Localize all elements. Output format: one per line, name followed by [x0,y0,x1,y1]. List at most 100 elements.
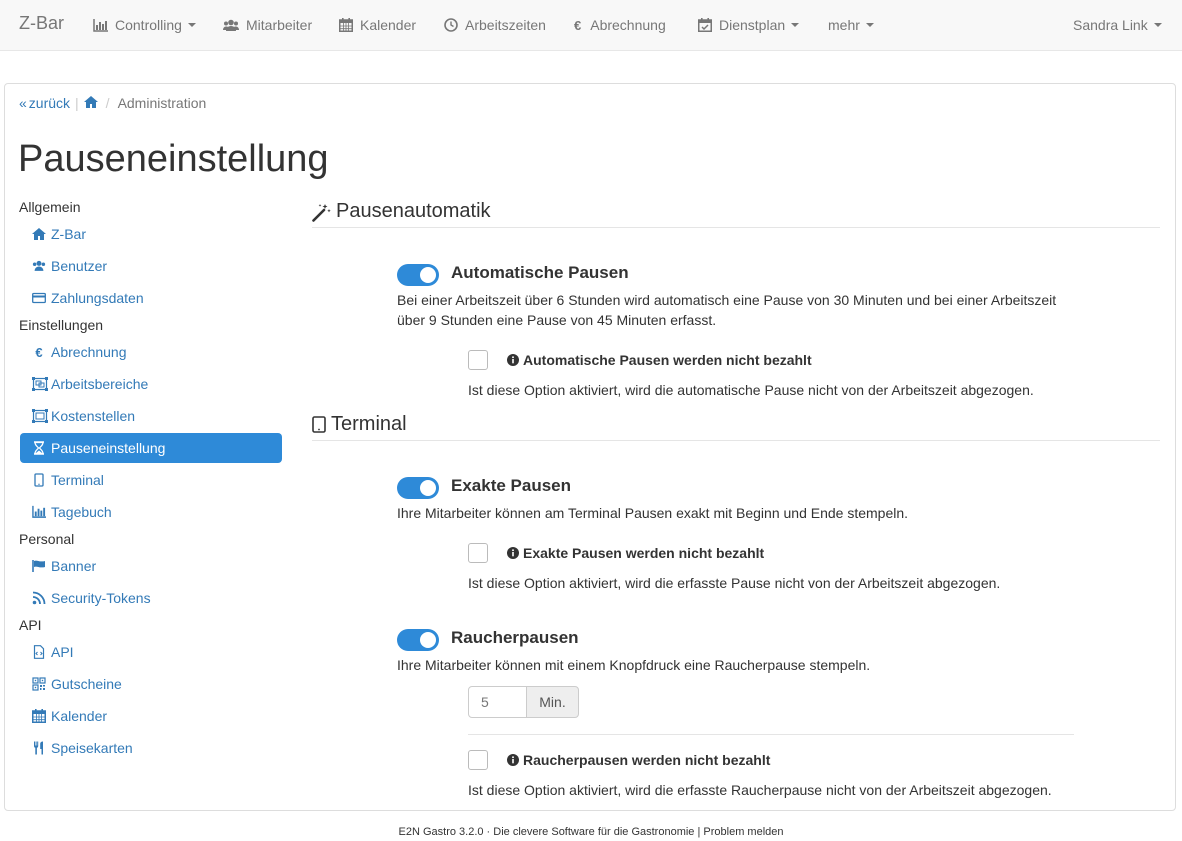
breadcrumb-home[interactable] [83,95,98,111]
sidebar-item-zahlungsdaten[interactable]: Zahlungsdaten [20,283,282,313]
breadcrumb-current: Administration [117,95,207,111]
minutes-unit-addon: Min. [526,686,579,718]
sidebar-item-arbeitsbereiche[interactable]: Arbeitsbereiche [20,369,282,399]
nav-mitarbeiter[interactable]: Mitarbeiter [223,17,312,33]
sidebar-item-label: Security-Tokens [51,590,151,606]
object-group-icon [32,377,48,391]
qrcode-icon [32,677,46,691]
nav-label: Mitarbeiter [246,17,313,33]
option-title-raucherpausen: Raucherpausen [451,628,579,647]
sidebar-item-pauseneinstellung[interactable]: Pauseneinstellung [20,433,282,463]
checkbox-label-automatische-pausen: Automatische Pausen werden nicht bezahlt [507,352,812,368]
euro-icon: € [574,17,582,33]
nav-label: Abrechnung [590,17,666,33]
info-circle-icon [507,754,519,766]
problem-melden-link[interactable]: Problem melden [703,826,783,838]
home-icon [83,96,98,108]
checkbox-desc-raucherpausen: Ist diese Option aktiviert, wird die erf… [468,782,1052,798]
page-title: Pauseneinstellung [18,138,329,180]
sidebar-item-banner[interactable]: Banner [20,551,282,581]
nav-label: mehr [828,17,860,33]
sidebar-item-tagebuch[interactable]: Tagebuch [20,497,282,527]
nav-controlling[interactable]: Controlling [93,17,196,33]
brand-link[interactable]: Z-Bar [19,13,64,34]
sidebar-item-label: Banner [51,558,97,574]
sidebar-item-security-tokens[interactable]: Security-Tokens [20,583,282,613]
caret-down-icon [1153,23,1162,27]
caret-down-icon [791,23,800,27]
nav-kalender[interactable]: Kalender [339,17,416,33]
footer-text: E2N Gastro 3.2.0 · Die clevere Software … [398,826,704,838]
sidebar-item-kalender[interactable]: Kalender [20,701,282,731]
sidebar-item-label: Pauseneinstellung [51,440,166,456]
object-ungroup-icon [32,409,48,423]
sidebar-item-label: Abrechnung [51,344,127,360]
nav-label: Kalender [360,17,417,33]
sidebar-item-zbar[interactable]: Z-Bar [20,219,282,249]
double-angle-left-icon: « [19,95,27,111]
calendar-icon [339,18,353,32]
flag-icon [32,560,45,572]
file-code-icon [33,645,45,659]
nav-label: Dienstplan [719,17,786,33]
sidebar-item-label: Tagebuch [51,504,112,520]
sidebar-heading-allgemein: Allgemein [19,199,81,215]
section-title: Terminal [331,413,407,435]
sidebar-item-label: Kalender [51,708,108,724]
option-desc-raucherpausen: Ihre Mitarbeiter können mit einem Knopfd… [397,657,871,673]
sidebar-item-label: Zahlungsdaten [51,290,144,306]
sidebar-item-benutzer[interactable]: Benutzer [20,251,282,281]
nav-abrechnung[interactable]: € Abrechnung [574,17,666,33]
nav-mehr[interactable]: mehr [828,17,874,33]
section-title: Pausenautomatik [336,200,491,222]
checkbox-label-text: Exakte Pausen werden nicht bezahlt [523,545,765,561]
raucherpause-minutes-input[interactable] [468,686,527,718]
footer: E2N Gastro 3.2.0 · Die clevere Software … [0,826,1182,838]
info-circle-icon [507,354,519,366]
users-icon [223,19,239,31]
sidebar-item-speisekarten[interactable]: Speisekarten [20,733,282,763]
raucherpausen-toggle[interactable] [397,629,439,651]
breadcrumb: «zurück | / Administration [19,95,206,111]
raucherpausen-unbezahlt-checkbox[interactable] [468,750,488,770]
rss-icon [32,591,46,605]
option-title-exakte-pausen: Exakte Pausen [451,476,572,495]
checkbox-desc-automatische-pausen: Ist diese Option aktiviert, wird die aut… [468,382,1034,398]
option-desc-exakte-pausen: Ihre Mitarbeiter können am Terminal Paus… [397,505,909,521]
bar-chart-icon [93,18,108,32]
bar-chart-icon [32,505,46,518]
hourglass-icon [34,441,44,455]
cutlery-icon [34,741,43,755]
top-navbar: Z-Bar Controlling Mitarbeiter Kalender A… [0,0,1182,51]
checkbox-label-text: Automatische Pausen werden nicht bezahlt [523,352,812,368]
user-menu[interactable]: Sandra Link [1073,17,1162,33]
sidebar-item-label: Z-Bar [51,226,86,242]
breadcrumb-pipe: | [75,95,79,111]
sidebar-heading-personal: Personal [19,531,75,547]
sidebar-item-kostenstellen[interactable]: Kostenstellen [20,401,282,431]
clock-icon [444,18,458,32]
automatische-pausen-toggle[interactable] [397,264,439,286]
checkbox-label-text: Raucherpausen werden nicht bezahlt [523,752,771,768]
sidebar-item-label: Gutscheine [51,676,122,692]
exakte-pausen-unbezahlt-checkbox[interactable] [468,543,488,563]
tablet-icon [312,416,326,433]
nav-arbeitszeiten[interactable]: Arbeitszeiten [444,17,546,33]
option-desc-automatische-pausen: Bei einer Arbeitszeit über 6 Stunden wir… [397,292,1057,328]
nav-label: Arbeitszeiten [465,17,546,33]
back-label: zurück [28,95,71,111]
back-link[interactable]: «zurück [19,95,70,111]
automatische-pausen-unbezahlt-checkbox[interactable] [468,350,488,370]
sidebar-item-label: Terminal [51,472,104,488]
exakte-pausen-toggle[interactable] [397,477,439,499]
sidebar-item-api[interactable]: API [20,637,282,667]
sidebar-item-terminal[interactable]: Terminal [20,465,282,495]
sidebar-item-label: Arbeitsbereiche [51,376,149,392]
section-heading-terminal: Terminal [312,413,1160,441]
home-icon [32,228,46,240]
nav-dienstplan[interactable]: Dienstplan [698,17,800,33]
sidebar-item-abrechnung[interactable]: € Abrechnung [20,337,282,367]
sidebar-heading-einstellungen: Einstellungen [19,317,104,333]
sidebar-item-gutscheine[interactable]: Gutscheine [20,669,282,699]
magic-wand-icon [312,204,331,222]
